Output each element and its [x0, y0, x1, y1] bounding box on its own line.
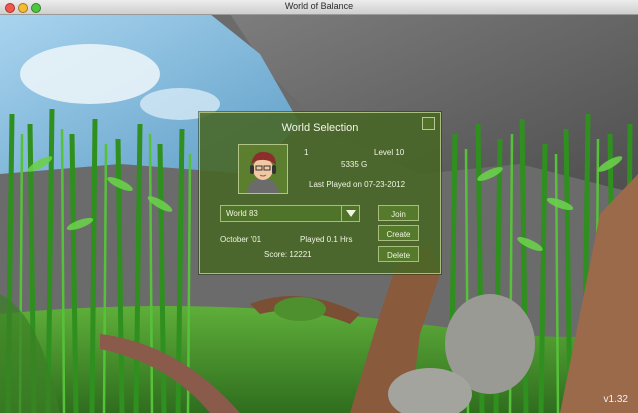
join-button[interactable]: Join	[378, 205, 419, 221]
game-window: World of Balance World Selection 1 Level…	[0, 0, 638, 413]
player-avatar	[238, 144, 288, 194]
version-label: v1.32	[603, 394, 628, 405]
chevron-down-icon	[346, 210, 356, 217]
world-score: Score: 12221	[264, 250, 312, 259]
avatar-portrait-icon	[239, 145, 287, 193]
window-title: World of Balance	[284, 1, 354, 11]
create-button[interactable]: Create	[378, 225, 419, 241]
world-date: October '01	[220, 235, 262, 244]
title-bar: World of Balance	[0, 0, 638, 15]
dropdown-toggle[interactable]	[341, 206, 359, 221]
last-played: Last Played on 07-23-2012	[309, 180, 406, 189]
world-select-value: World 83	[226, 209, 258, 218]
world-played-time: Played 0.1 Hrs	[300, 235, 353, 244]
world-select-dropdown[interactable]: World 83	[220, 205, 360, 222]
dialog-close-button[interactable]	[422, 117, 435, 130]
world-selection-dialog: World Selection 1 Level 10 5335 G Last P…	[199, 112, 441, 274]
player-level: Level 10	[374, 148, 405, 157]
player-slot: 1	[304, 148, 309, 157]
delete-button[interactable]: Delete	[378, 246, 419, 262]
dialog-title: World Selection	[281, 122, 359, 134]
player-gold: 5335 G	[341, 160, 368, 169]
